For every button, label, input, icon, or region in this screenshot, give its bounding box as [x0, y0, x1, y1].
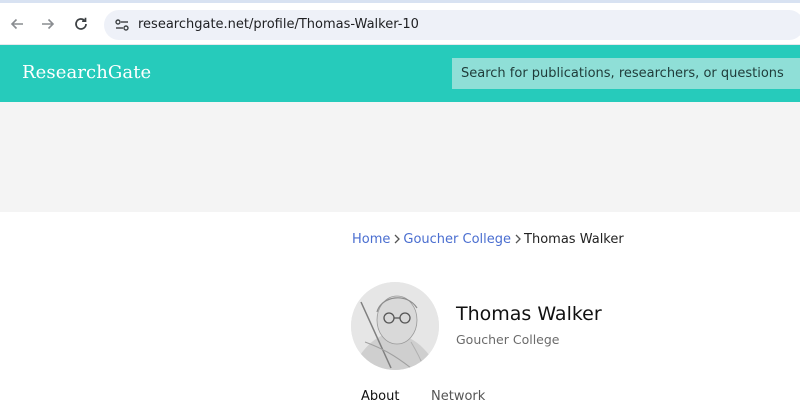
reload-icon[interactable]	[70, 13, 92, 35]
tab-about[interactable]: About	[361, 389, 399, 404]
search-input[interactable]	[452, 58, 800, 89]
profile-name: Thomas Walker	[456, 303, 602, 325]
profile-institution[interactable]: Goucher College	[456, 332, 560, 347]
site-header: ResearchGate	[0, 45, 800, 102]
url-text[interactable]: researchgate.net/profile/Thomas-Walker-1…	[138, 17, 419, 32]
tab-network[interactable]: Network	[431, 389, 485, 404]
breadcrumb-home-link[interactable]: Home	[352, 232, 390, 247]
researchgate-logo[interactable]: ResearchGate	[22, 62, 151, 83]
breadcrumb: Home Goucher College Thomas Walker	[352, 230, 624, 248]
chevron-right-icon	[391, 234, 402, 244]
chevron-right-icon	[512, 234, 523, 244]
profile-banner	[0, 102, 800, 212]
breadcrumb-current: Thomas Walker	[524, 231, 624, 247]
forward-arrow-icon[interactable]	[37, 13, 59, 35]
site-info-icon[interactable]	[114, 17, 130, 33]
breadcrumb-institution-link[interactable]: Goucher College	[403, 232, 511, 247]
back-arrow-icon[interactable]	[6, 13, 28, 35]
address-bar[interactable]: researchgate.net/profile/Thomas-Walker-1…	[104, 10, 800, 40]
avatar[interactable]	[351, 282, 439, 370]
browser-toolbar: researchgate.net/profile/Thomas-Walker-1…	[0, 0, 800, 45]
